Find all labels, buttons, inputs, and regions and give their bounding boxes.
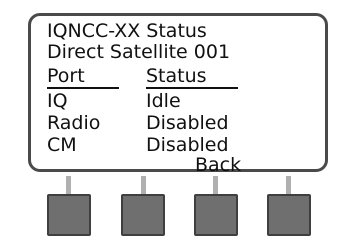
status-header: Status [146,65,238,89]
row-cm-port: CM [47,134,77,156]
back-button[interactable] [267,194,311,236]
softkey-2-button[interactable] [121,194,165,236]
row-iq-status: Idle [146,90,181,112]
softkey-3-button[interactable] [194,194,238,236]
softkey-1-button[interactable] [47,194,91,236]
row-cm-status: Disabled [146,134,229,156]
row-radio-status: Disabled [146,112,229,134]
lcd-screen: IQNCC-XX Status Direct Satellite 001 Por… [28,13,328,176]
port-header: Port [47,65,119,89]
row-iq-port: IQ [47,90,68,112]
back-softkey-label: Back [195,154,242,176]
device-name: Direct Satellite 001 [47,41,231,63]
row-radio-port: Radio [47,112,101,134]
screen-title: IQNCC-XX Status [47,20,207,42]
